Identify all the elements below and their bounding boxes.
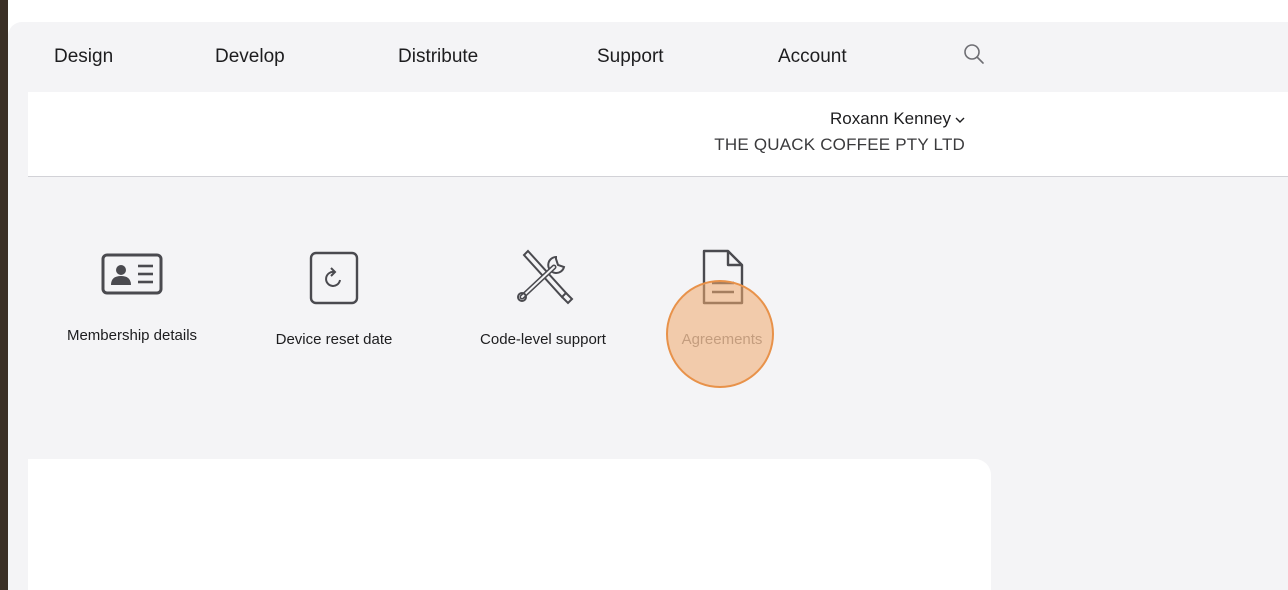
account-header	[28, 92, 1288, 177]
device-reset-icon	[309, 251, 359, 305]
tile-label: Agreements	[681, 331, 763, 348]
tools-icon	[517, 249, 574, 305]
nav-support[interactable]: Support	[597, 46, 664, 68]
user-menu-button[interactable]: Roxann Kenney	[714, 109, 965, 129]
user-name: Roxann Kenney	[830, 109, 951, 128]
organization-name: THE QUACK COFFEE PTY LTD	[714, 135, 965, 154]
tile-membership-details[interactable]: Membership details	[52, 245, 212, 344]
nav-account[interactable]: Account	[778, 46, 847, 68]
nav-distribute[interactable]: Distribute	[398, 46, 478, 68]
tile-label: Code-level support	[480, 331, 606, 348]
tile-device-reset-date[interactable]: Device reset date	[264, 245, 404, 348]
tile-code-level-support[interactable]: Code-level support	[463, 245, 623, 348]
user-menu: Roxann Kenney THE QUACK COFFEE PTY LTD	[714, 109, 965, 155]
nav-develop[interactable]: Develop	[215, 46, 285, 68]
id-card-icon	[101, 253, 163, 295]
chevron-down-icon	[955, 117, 965, 123]
tile-label: Membership details	[66, 327, 198, 344]
tile-agreements[interactable]: Agreements	[672, 245, 772, 348]
search-icon[interactable]	[962, 42, 986, 66]
tile-label: Device reset date	[275, 331, 393, 348]
content-panel	[28, 459, 991, 590]
document-icon	[702, 249, 744, 305]
browser-window: Design Develop Distribute Support Accoun…	[8, 0, 1288, 590]
nav-design[interactable]: Design	[54, 46, 113, 68]
